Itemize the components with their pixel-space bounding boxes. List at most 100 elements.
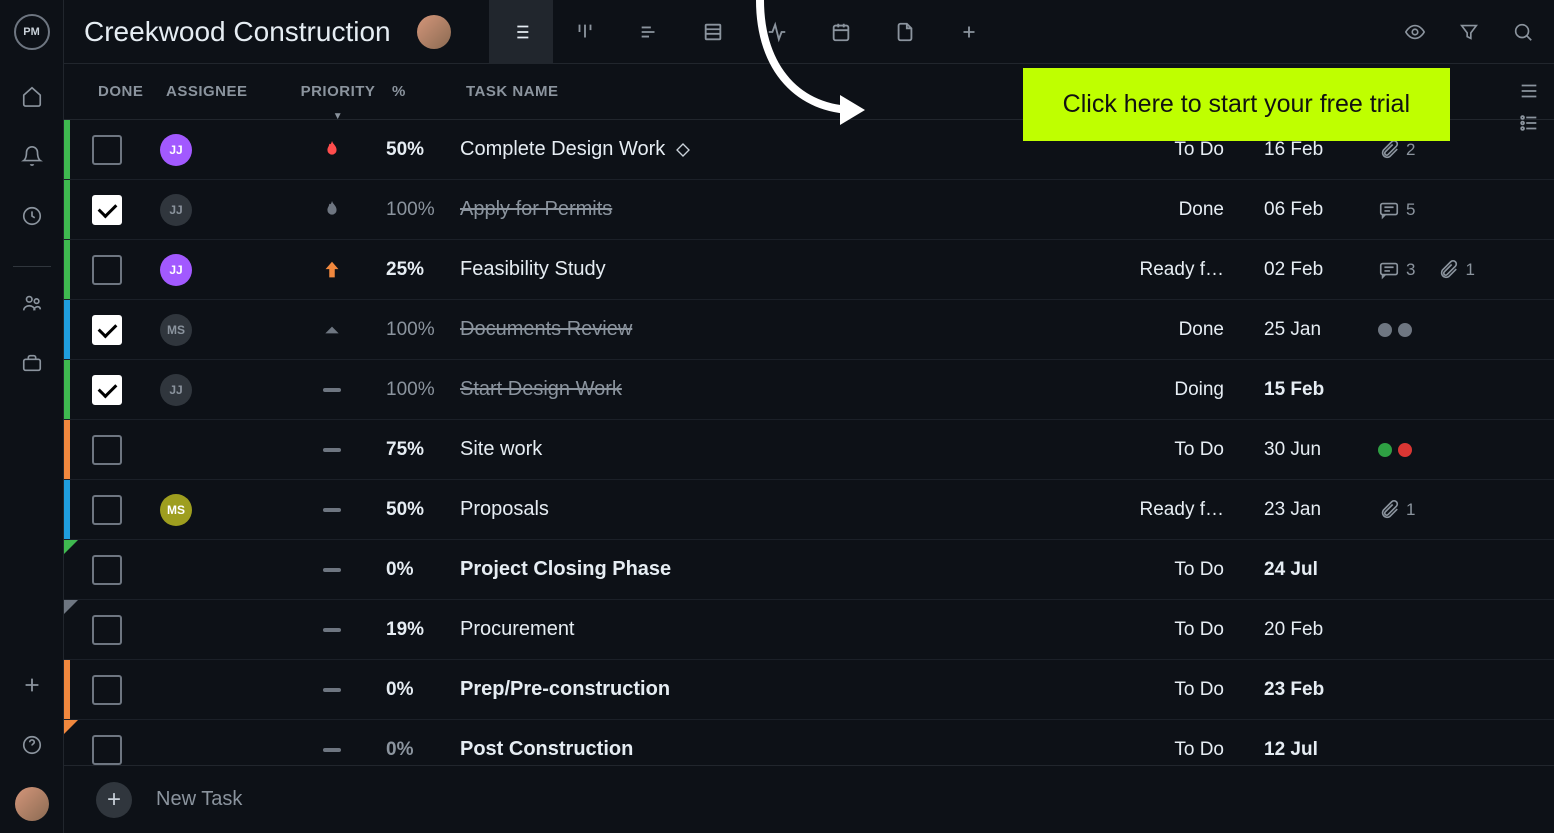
assignee-avatar[interactable]: JJ xyxy=(160,374,192,406)
task-row[interactable]: JJ100%Apply for PermitsDone06 Feb5 xyxy=(64,180,1554,240)
priority-icon[interactable] xyxy=(278,320,386,340)
task-date[interactable]: 24 Jul xyxy=(1224,559,1354,581)
done-checkbox[interactable] xyxy=(92,615,122,645)
user-avatar[interactable] xyxy=(15,787,49,821)
task-date[interactable]: 20 Feb xyxy=(1224,619,1354,641)
done-checkbox[interactable] xyxy=(92,255,122,285)
col-task[interactable]: TASK NAME xyxy=(466,83,1104,100)
priority-icon[interactable] xyxy=(278,566,386,574)
task-date[interactable]: 23 Jan xyxy=(1224,499,1354,521)
users-icon[interactable] xyxy=(14,285,50,321)
task-name[interactable]: Complete Design Work xyxy=(460,138,1104,161)
priority-icon[interactable] xyxy=(278,259,386,281)
task-status[interactable]: To Do xyxy=(1104,439,1224,461)
new-task-label[interactable]: New Task xyxy=(156,788,242,811)
done-checkbox[interactable] xyxy=(92,675,122,705)
priority-icon[interactable] xyxy=(278,506,386,514)
home-icon[interactable] xyxy=(14,78,50,114)
task-date[interactable]: 23 Feb xyxy=(1224,679,1354,701)
task-status[interactable]: To Do xyxy=(1104,559,1224,581)
task-date[interactable]: 02 Feb xyxy=(1224,259,1354,281)
task-status[interactable]: Ready f… xyxy=(1104,259,1224,281)
task-row[interactable]: 75%Site workTo Do30 Jun xyxy=(64,420,1554,480)
project-title[interactable]: Creekwood Construction xyxy=(84,16,391,48)
assignee-avatar[interactable]: MS xyxy=(160,494,192,526)
task-date[interactable]: 06 Feb xyxy=(1224,199,1354,221)
done-checkbox[interactable] xyxy=(92,375,122,405)
assignee-avatar[interactable]: JJ xyxy=(160,254,192,286)
task-name[interactable]: Prep/Pre-construction xyxy=(460,678,1104,701)
assignee-avatar[interactable]: MS xyxy=(160,314,192,346)
comments-count[interactable]: 3 xyxy=(1378,259,1415,281)
bell-icon[interactable] xyxy=(14,138,50,174)
task-row[interactable]: 0%Project Closing PhaseTo Do24 Jul xyxy=(64,540,1554,600)
task-name[interactable]: Feasibility Study xyxy=(460,258,1104,281)
eye-icon[interactable] xyxy=(1404,21,1426,43)
done-checkbox[interactable] xyxy=(92,135,122,165)
done-checkbox[interactable] xyxy=(92,495,122,525)
task-row[interactable]: 0%Post ConstructionTo Do12 Jul xyxy=(64,720,1554,765)
comments-count[interactable]: 5 xyxy=(1378,199,1415,221)
help-icon[interactable] xyxy=(14,727,50,763)
task-status[interactable]: Done xyxy=(1104,199,1224,221)
task-row[interactable]: 19%ProcurementTo Do20 Feb xyxy=(64,600,1554,660)
task-row[interactable]: MS100%Documents ReviewDone25 Jan xyxy=(64,300,1554,360)
files-view-tab[interactable] xyxy=(873,0,937,64)
task-date[interactable]: 30 Jun xyxy=(1224,439,1354,461)
attachments-count[interactable]: 2 xyxy=(1378,139,1415,161)
task-status[interactable]: To Do xyxy=(1104,679,1224,701)
task-name[interactable]: Apply for Permits xyxy=(460,198,1104,221)
done-checkbox[interactable] xyxy=(92,315,122,345)
sheet-view-tab[interactable] xyxy=(681,0,745,64)
gantt-view-tab[interactable] xyxy=(617,0,681,64)
done-checkbox[interactable] xyxy=(92,435,122,465)
attachments-count[interactable]: 1 xyxy=(1378,499,1415,521)
task-name[interactable]: Site work xyxy=(460,438,1104,461)
task-status[interactable]: To Do xyxy=(1104,739,1224,761)
activity-view-tab[interactable] xyxy=(745,0,809,64)
done-checkbox[interactable] xyxy=(92,555,122,585)
done-checkbox[interactable] xyxy=(92,195,122,225)
col-priority[interactable]: PRIORITY▼ xyxy=(284,83,392,100)
task-name[interactable]: Proposals xyxy=(460,498,1104,521)
task-name[interactable]: Documents Review xyxy=(460,318,1104,341)
priority-icon[interactable] xyxy=(278,746,386,754)
task-row[interactable]: 0%Prep/Pre-constructionTo Do23 Feb xyxy=(64,660,1554,720)
list-view-tab[interactable] xyxy=(489,0,553,64)
free-trial-cta[interactable]: Click here to start your free trial xyxy=(1023,68,1450,141)
clock-icon[interactable] xyxy=(14,198,50,234)
assignee-avatar[interactable]: JJ xyxy=(160,134,192,166)
task-status[interactable]: Done xyxy=(1104,319,1224,341)
col-percent[interactable]: % xyxy=(392,83,466,100)
col-assignee[interactable]: ASSIGNEE xyxy=(166,83,284,100)
add-task-button[interactable]: + xyxy=(96,782,132,818)
task-row[interactable]: MS50%ProposalsReady f…23 Jan1 xyxy=(64,480,1554,540)
task-date[interactable]: 12 Jul xyxy=(1224,739,1354,761)
app-logo[interactable]: PM xyxy=(14,14,50,50)
task-name[interactable]: Start Design Work xyxy=(460,378,1104,401)
task-name[interactable]: Project Closing Phase xyxy=(460,558,1104,581)
priority-icon[interactable] xyxy=(278,686,386,694)
col-done[interactable]: DONE xyxy=(98,83,166,100)
filter-icon[interactable] xyxy=(1458,21,1480,43)
priority-icon[interactable] xyxy=(278,386,386,394)
briefcase-icon[interactable] xyxy=(14,345,50,381)
task-date[interactable]: 25 Jan xyxy=(1224,319,1354,341)
priority-icon[interactable] xyxy=(278,626,386,634)
project-avatar[interactable] xyxy=(417,15,451,49)
assignee-avatar[interactable]: JJ xyxy=(160,194,192,226)
priority-icon[interactable] xyxy=(278,446,386,454)
task-row[interactable]: JJ100%Start Design WorkDoing15 Feb xyxy=(64,360,1554,420)
task-name[interactable]: Post Construction xyxy=(460,738,1104,761)
add-view-tab[interactable] xyxy=(937,0,1001,64)
priority-icon[interactable] xyxy=(278,199,386,221)
task-row[interactable]: JJ25%Feasibility StudyReady f…02 Feb31 xyxy=(64,240,1554,300)
task-status[interactable]: Doing xyxy=(1104,379,1224,401)
task-status[interactable]: To Do xyxy=(1104,619,1224,641)
attachments-count[interactable]: 1 xyxy=(1437,259,1474,281)
search-icon[interactable] xyxy=(1512,21,1534,43)
board-view-tab[interactable] xyxy=(553,0,617,64)
priority-icon[interactable] xyxy=(278,139,386,161)
task-date[interactable]: 15 Feb xyxy=(1224,379,1354,401)
add-icon[interactable] xyxy=(14,667,50,703)
